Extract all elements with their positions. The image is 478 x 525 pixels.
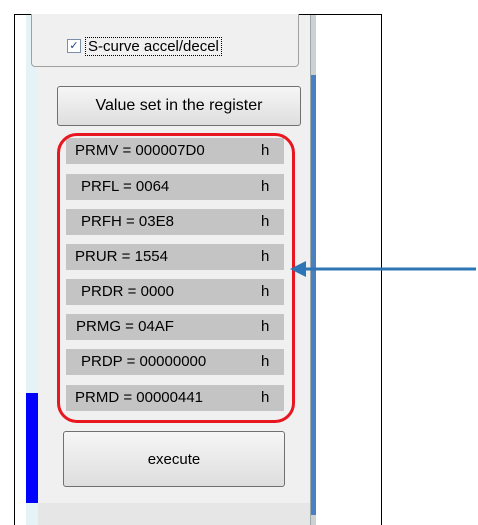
register-unit: h: [261, 248, 270, 265]
register-row-prur: PRUR = 1554 h: [66, 244, 284, 270]
register-unit: h: [261, 353, 270, 370]
s-curve-label[interactable]: S-curve accel/decel: [85, 36, 222, 56]
register-unit: h: [261, 318, 270, 335]
register-unit: h: [261, 283, 270, 300]
register-value: PRDP = 00000000: [81, 353, 207, 370]
s-curve-checkbox[interactable]: ✓: [67, 39, 81, 53]
register-row-prfl: PRFL = 0064 h: [66, 174, 284, 200]
register-unit: h: [261, 389, 270, 406]
register-unit: h: [261, 178, 270, 195]
blue-graph-fragment: [26, 393, 38, 503]
register-unit: h: [261, 142, 270, 159]
register-row-prdr: PRDR = 0000 h: [66, 279, 284, 305]
register-value: PRMG = 04AF: [76, 318, 174, 335]
value-set-in-register-label: Value set in the register: [95, 97, 263, 114]
register-row-prmd: PRMD = 00000441 h: [66, 385, 284, 411]
register-row-prmv: PRMV = 000007D0 h: [66, 138, 284, 164]
execute-button[interactable]: execute: [63, 431, 285, 487]
register-value: PRUR = 1554: [75, 248, 168, 265]
register-value: PRMD = 00000441: [75, 389, 203, 406]
register-row-prfh: PRFH = 03E8 h: [66, 209, 284, 235]
register-value: PRDR = 0000: [81, 283, 174, 300]
panel-bottom-bar: [38, 503, 310, 525]
scrollbar-thumb[interactable]: [311, 75, 316, 515]
pointer-arrow-icon: [290, 261, 476, 277]
s-curve-option[interactable]: ✓ S-curve accel/decel: [67, 36, 222, 56]
register-value: PRFL = 0064: [81, 178, 170, 195]
checkmark-icon: ✓: [69, 39, 79, 52]
register-row-prmg: PRMG = 04AF h: [66, 314, 284, 340]
value-set-in-register-button[interactable]: Value set in the register: [57, 86, 301, 126]
execute-label: execute: [147, 450, 201, 468]
register-row-prdp: PRDP = 00000000 h: [66, 349, 284, 375]
register-value: PRFH = 03E8: [81, 213, 174, 230]
register-value: PRMV = 000007D0: [75, 142, 205, 159]
register-unit: h: [261, 213, 270, 230]
